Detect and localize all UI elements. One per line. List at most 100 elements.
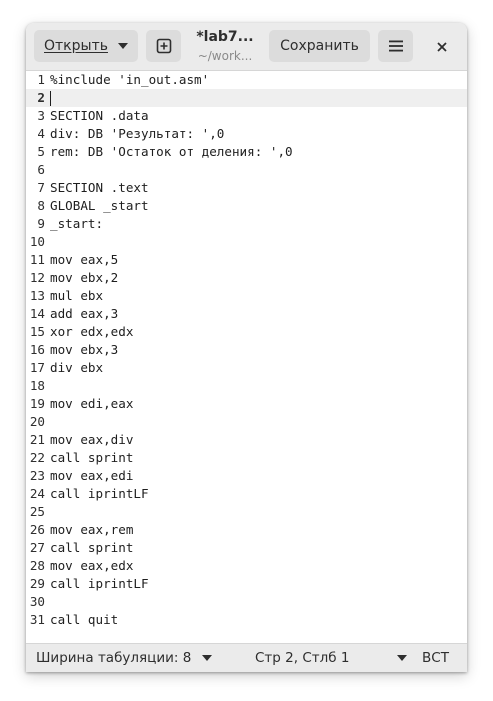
open-button[interactable]: Открыть — [34, 30, 138, 62]
line-number: 26 — [29, 522, 45, 537]
code-line[interactable]: 27 call sprint — [26, 539, 467, 557]
line-number: 3 — [37, 108, 45, 123]
code-text: mov eax,edx — [50, 558, 134, 573]
code-text: mul ebx — [50, 288, 104, 303]
chevron-down-icon — [201, 655, 212, 661]
hamburger-menu-icon — [388, 40, 403, 52]
code-line[interactable]: 6 — [26, 161, 467, 179]
code-text: SECTION .data — [50, 108, 149, 123]
code-text: call sprint — [50, 450, 134, 465]
line-number: 12 — [29, 270, 45, 285]
code-line[interactable]: 12 mov ebx,2 — [26, 269, 467, 287]
cursor-position-selector[interactable]: Стр 2, Стлб 1 — [255, 644, 407, 672]
chevron-down-icon — [396, 655, 407, 661]
code-text: div: DB 'Результат: ',0 — [50, 126, 225, 141]
line-number: 1 — [37, 72, 45, 87]
code-line[interactable]: 2 — [26, 89, 467, 107]
code-text: %include 'in_out.asm' — [50, 72, 210, 87]
window-subtitle: ~/work... — [197, 49, 253, 63]
line-number: 22 — [29, 450, 45, 465]
line-number: 24 — [29, 486, 45, 501]
line-number: 31 — [29, 612, 45, 627]
code-line[interactable]: 8 GLOBAL _start — [26, 197, 467, 215]
main-menu-button[interactable] — [378, 30, 413, 62]
save-button[interactable]: Сохранить — [269, 30, 370, 62]
code-line[interactable]: 25 — [26, 503, 467, 521]
open-button-label: Открыть — [44, 38, 108, 54]
code-text: add eax,3 — [50, 306, 119, 321]
tab-width-label: Ширина табуляции: 8 — [36, 650, 192, 666]
line-number: 6 — [37, 162, 45, 177]
header-bar: Открыть *lab7... ~/work... Сохранить — [26, 23, 467, 71]
line-number: 9 — [37, 216, 45, 231]
code-line[interactable]: 19 mov edi,eax — [26, 395, 467, 413]
chevron-down-icon — [117, 43, 128, 49]
line-number: 25 — [29, 504, 45, 519]
code-line[interactable]: 29 call iprintLF — [26, 575, 467, 593]
code-line[interactable]: 5 rem: DB 'Остаток от деления: ',0 — [26, 143, 467, 161]
line-number: 2 — [37, 90, 45, 105]
code-text: call iprintLF — [50, 486, 149, 501]
code-line[interactable]: 14 add eax,3 — [26, 305, 467, 323]
line-number: 19 — [29, 396, 45, 411]
code-line[interactable]: 22 call sprint — [26, 449, 467, 467]
line-number: 8 — [37, 198, 45, 213]
code-text: _start: — [50, 216, 104, 231]
code-line[interactable]: 4 div: DB 'Результат: ',0 — [26, 125, 467, 143]
code-line[interactable]: 30 — [26, 593, 467, 611]
line-number: 13 — [29, 288, 45, 303]
tab-width-selector[interactable]: Ширина табуляции: 8 — [36, 644, 212, 672]
line-number: 29 — [29, 576, 45, 591]
code-line[interactable]: 10 — [26, 233, 467, 251]
code-text: call iprintLF — [50, 576, 149, 591]
code-line[interactable]: 15 xor edx,edx — [26, 323, 467, 341]
code-line[interactable]: 17 div ebx — [26, 359, 467, 377]
code-line[interactable]: 28 mov eax,edx — [26, 557, 467, 575]
code-line[interactable]: 1 %include 'in_out.asm' — [26, 71, 467, 89]
line-number: 23 — [29, 468, 45, 483]
insert-mode-indicator[interactable]: ВСТ — [422, 644, 449, 672]
save-button-label: Сохранить — [280, 38, 359, 54]
code-line[interactable]: 20 — [26, 413, 467, 431]
line-number: 28 — [29, 558, 45, 573]
code-line[interactable]: 26 mov eax,rem — [26, 521, 467, 539]
close-icon — [437, 42, 447, 52]
text-cursor — [50, 91, 51, 106]
line-number: 30 — [29, 594, 45, 609]
code-line[interactable]: 7 SECTION .text — [26, 179, 467, 197]
new-tab-button[interactable] — [146, 30, 181, 62]
code-text: SECTION .text — [50, 180, 149, 195]
line-number: 14 — [29, 306, 45, 321]
line-number: 5 — [37, 144, 45, 159]
code-text: mov ebx,2 — [50, 270, 119, 285]
insert-mode-label: ВСТ — [422, 650, 449, 666]
line-number: 16 — [29, 342, 45, 357]
code-line[interactable]: 11 mov eax,5 — [26, 251, 467, 269]
code-text: call quit — [50, 612, 119, 627]
line-number: 15 — [29, 324, 45, 339]
code-line[interactable]: 21 mov eax,div — [26, 431, 467, 449]
code-text: mov eax,div — [50, 432, 134, 447]
code-line[interactable]: 13 mul ebx — [26, 287, 467, 305]
code-line[interactable]: 18 — [26, 377, 467, 395]
line-number: 18 — [29, 378, 45, 393]
line-number: 17 — [29, 360, 45, 375]
code-text: rem: DB 'Остаток от деления: ',0 — [50, 144, 293, 159]
line-number: 21 — [29, 432, 45, 447]
line-number: 4 — [37, 126, 45, 141]
code-line[interactable]: 16 mov ebx,3 — [26, 341, 467, 359]
close-window-button[interactable] — [428, 33, 456, 61]
code-line[interactable]: 24 call iprintLF — [26, 485, 467, 503]
code-text: mov edi,eax — [50, 396, 134, 411]
code-text: call sprint — [50, 540, 134, 555]
code-text: mov eax,rem — [50, 522, 134, 537]
code-line[interactable]: 9 _start: — [26, 215, 467, 233]
window-title-block: *lab7... ~/work... — [186, 29, 264, 64]
code-line[interactable]: 3 SECTION .data — [26, 107, 467, 125]
code-line[interactable]: 23 mov eax,edi — [26, 467, 467, 485]
code-line[interactable]: 31 call quit — [26, 611, 467, 629]
line-number: 11 — [29, 252, 45, 267]
code-text: mov eax,edi — [50, 468, 134, 483]
text-editor-area[interactable]: 1 %include 'in_out.asm' 2 3 SECTION .data 4 di… — [26, 71, 467, 629]
code-text: mov ebx,3 — [50, 342, 119, 357]
